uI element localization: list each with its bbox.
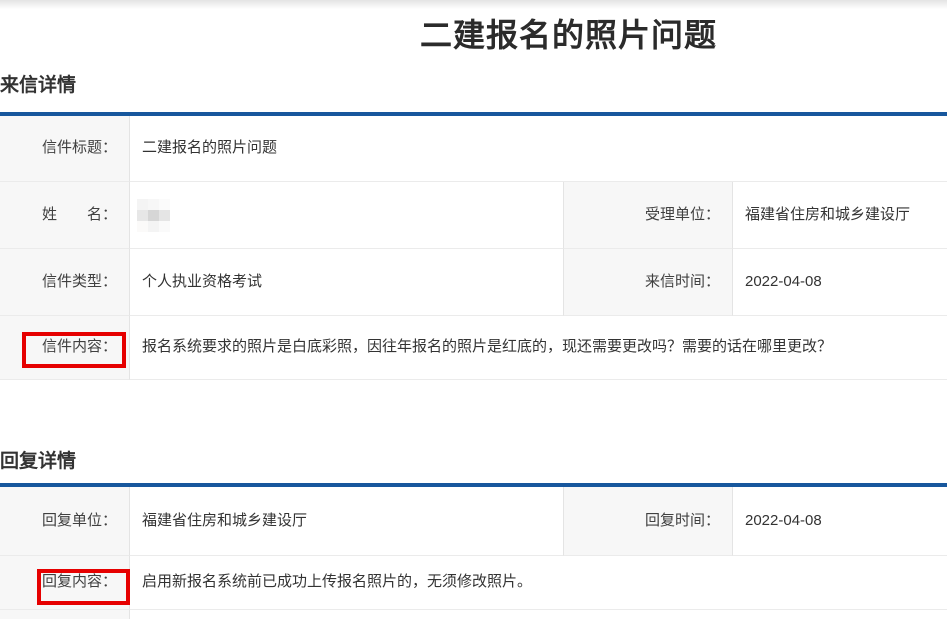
reply-empty-value-cell [130, 610, 947, 619]
redacted-name-mosaic [137, 199, 170, 232]
letter-content-label: 信件内容： [0, 316, 130, 380]
letter-time-value: 2022-04-08 [733, 249, 947, 316]
letter-title-label: 信件标题： [0, 116, 130, 182]
letter-title-value: 二建报名的照片问题 [130, 116, 947, 182]
reply-content-label: 回复内容： [0, 556, 130, 610]
letter-type-value: 个人执业资格考试 [130, 249, 563, 316]
top-shadow [0, 0, 947, 9]
accepting-unit-value: 福建省住房和城乡建设厅 [733, 182, 947, 249]
letter-name-label: 姓 名： [0, 182, 130, 249]
reply-detail-table: 回复单位： 福建省住房和城乡建设厅 回复时间： 2022-04-08 回复内容：… [0, 483, 947, 619]
reply-time-value: 2022-04-08 [733, 487, 947, 556]
page-title: 二建报名的照片问题 [420, 10, 717, 56]
letter-detail-table: 信件标题： 二建报名的照片问题 姓 名： 受理单位： 福建省住房和城乡建设厅 信… [0, 112, 947, 380]
reply-section-heading: 回复详情 [0, 446, 76, 473]
letter-detail-page: 二建报名的照片问题 来信详情 信件标题： 二建报名的照片问题 姓 名： 受理单位… [0, 0, 947, 619]
reply-time-label: 回复时间： [563, 487, 733, 556]
letter-time-label: 来信时间： [563, 249, 733, 316]
letter-type-label: 信件类型： [0, 249, 130, 316]
letter-section-heading: 来信详情 [0, 70, 76, 97]
reply-unit-value: 福建省住房和城乡建设厅 [130, 487, 563, 556]
letter-content-value: 报名系统要求的照片是白底彩照，因往年报名的照片是红底的，现还需要更改吗？需要的话… [130, 316, 947, 380]
reply-empty-label-cell [0, 610, 130, 619]
reply-content-value: 启用新报名系统前已成功上传报名照片的，无须修改照片。 [130, 556, 947, 610]
reply-unit-label: 回复单位： [0, 487, 130, 556]
letter-name-value [130, 182, 563, 249]
accepting-unit-label: 受理单位： [563, 182, 733, 249]
